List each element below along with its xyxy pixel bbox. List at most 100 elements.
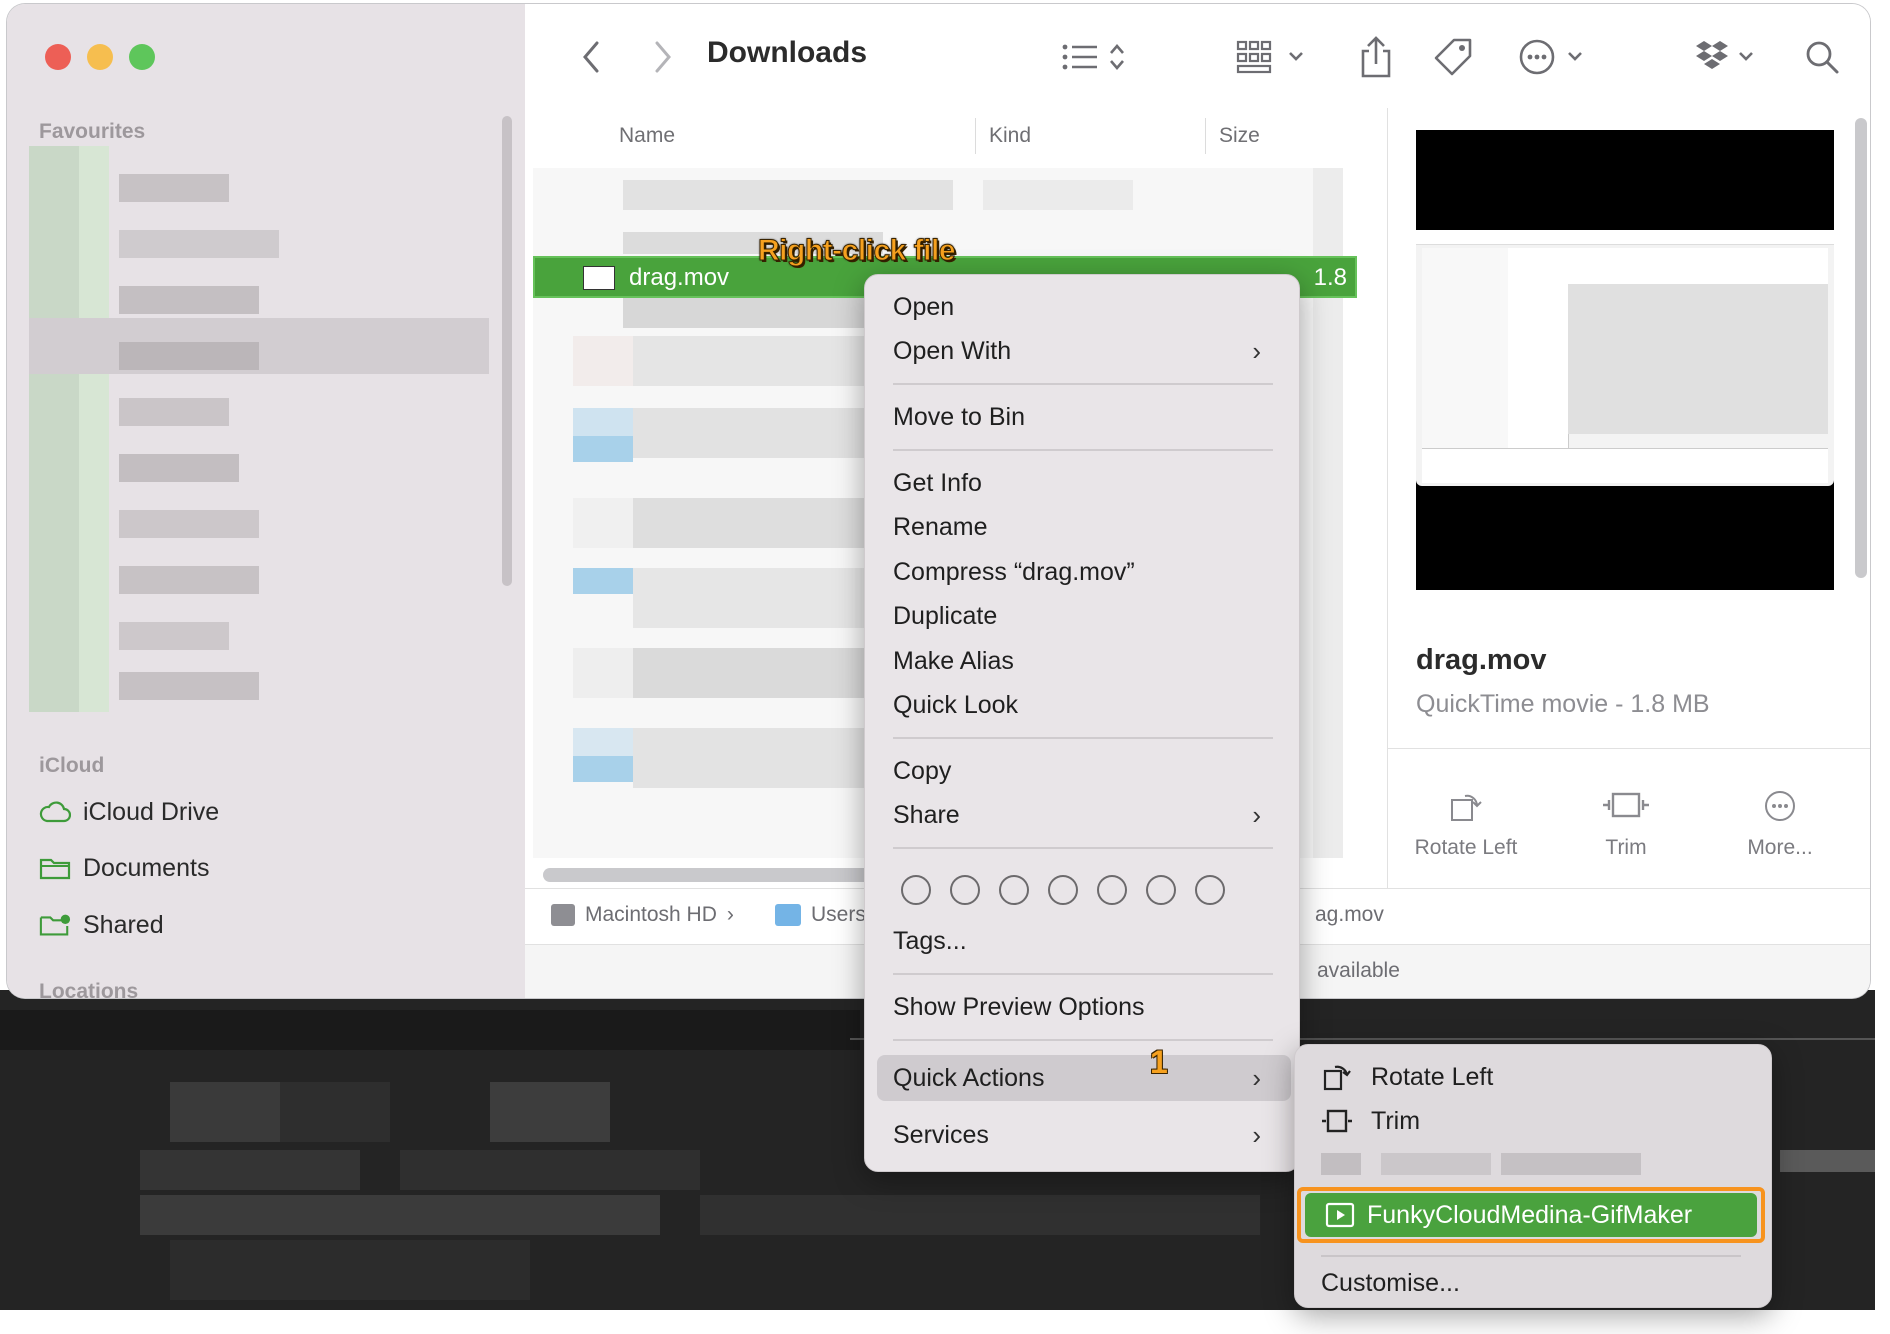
- thumbnail-screenshot: [1416, 230, 1834, 486]
- preview-action-label: Trim: [1605, 836, 1647, 859]
- tag-button[interactable]: [1425, 30, 1481, 84]
- sidebar-section-icloud: iCloud: [39, 754, 105, 777]
- sidebar-section-favourites: Favourites: [39, 120, 146, 143]
- rotate-left-icon: [1323, 1065, 1351, 1091]
- preview-more-button[interactable]: More...: [1710, 788, 1850, 860]
- tag-color-option[interactable]: [1195, 875, 1225, 905]
- sidebar-item-shared[interactable]: Shared: [39, 905, 164, 945]
- menu-item-label: Compress “drag.mov”: [893, 557, 1135, 586]
- preview-file-kind: QuickTime movie - 1.8 MB: [1416, 690, 1710, 718]
- chevron-right-icon: [655, 41, 671, 73]
- preview-rotate-left-button[interactable]: Rotate Left: [1396, 788, 1536, 860]
- path-item-macintosh-hd[interactable]: Macintosh HD ›: [551, 903, 734, 927]
- rotate-left-icon: [1451, 794, 1482, 821]
- menu-item-rename[interactable]: Rename: [893, 507, 1283, 547]
- column-header-size[interactable]: Size: [1219, 124, 1260, 148]
- tag-icon: [1434, 38, 1472, 76]
- submenu-item-trim[interactable]: Trim: [1321, 1101, 1420, 1141]
- path-item-label: Users: [811, 903, 866, 926]
- tag-color-option[interactable]: [999, 875, 1029, 905]
- path-separator-icon: ›: [726, 903, 734, 926]
- column-separator: [975, 118, 976, 154]
- submenu-item-customise[interactable]: Customise...: [1321, 1263, 1460, 1303]
- play-icon: [1325, 1202, 1355, 1228]
- menu-item-label: Open With: [893, 336, 1012, 365]
- menu-item-label: Quick Look: [893, 690, 1019, 719]
- menu-item-compress[interactable]: Compress “drag.mov”: [893, 552, 1283, 592]
- sidebar-favourites-redacted: [29, 146, 489, 712]
- path-item-file[interactable]: ag.mov: [1315, 903, 1384, 927]
- sidebar-item-icloud-drive[interactable]: iCloud Drive: [39, 792, 219, 832]
- menu-item-move-to-bin[interactable]: Move to Bin: [893, 397, 1283, 437]
- menu-item-label: Share: [893, 800, 960, 829]
- menu-separator: [893, 737, 1273, 739]
- menu-separator: [893, 1039, 1273, 1041]
- submenu-item-gifmaker[interactable]: FunkyCloudMedina-GifMaker: [1305, 1193, 1757, 1237]
- menu-separator: [893, 973, 1273, 975]
- vertical-scrollbar[interactable]: [1855, 118, 1867, 578]
- group-button[interactable]: [1235, 30, 1315, 84]
- menu-item-tags[interactable]: Tags...: [893, 921, 1283, 961]
- menu-item-label: Make Alias: [893, 646, 1014, 675]
- close-button[interactable]: [45, 44, 71, 70]
- chevron-right-icon: ›: [1252, 335, 1261, 366]
- dropbox-button[interactable]: [1691, 30, 1767, 84]
- tag-color-option[interactable]: [950, 875, 980, 905]
- menu-separator: [1321, 1255, 1741, 1257]
- column-separator: [1205, 118, 1206, 154]
- menu-item-quick-look[interactable]: Quick Look: [893, 685, 1283, 725]
- menu-item-label: Get Info: [893, 468, 982, 497]
- submenu-item-label: FunkyCloudMedina-GifMaker: [1367, 1201, 1693, 1229]
- sidebar-section-locations: Locations: [39, 980, 139, 998]
- menu-item-label: Services: [893, 1120, 989, 1149]
- sidebar-item-label: iCloud Drive: [83, 797, 220, 826]
- path-item-users[interactable]: Users: [775, 903, 866, 927]
- back-button[interactable]: [571, 30, 611, 84]
- dropbox-icon: [1696, 41, 1753, 69]
- submenu-item-rotate-left[interactable]: Rotate Left: [1321, 1057, 1493, 1097]
- menu-item-label: Duplicate: [893, 601, 998, 630]
- preview-trim-button[interactable]: Trim: [1556, 788, 1696, 860]
- menu-item-quick-actions[interactable]: Quick Actions ›: [893, 1058, 1283, 1098]
- tag-color-option[interactable]: [1097, 875, 1127, 905]
- view-options-button[interactable]: [1059, 30, 1139, 84]
- action-menu-button[interactable]: [1517, 30, 1597, 84]
- menu-item-show-preview-options[interactable]: Show Preview Options: [893, 987, 1283, 1027]
- menu-item-share[interactable]: Share ›: [893, 795, 1283, 835]
- share-icon: [1361, 36, 1391, 78]
- menu-item-make-alias[interactable]: Make Alias: [893, 641, 1283, 681]
- menu-separator: [893, 383, 1273, 385]
- divider: [1388, 748, 1870, 749]
- chevron-left-icon: [583, 41, 599, 73]
- forward-button[interactable]: [643, 30, 683, 84]
- menu-separator: [893, 847, 1273, 849]
- column-header-kind[interactable]: Kind: [989, 124, 1031, 148]
- preview-pane: drag.mov QuickTime movie - 1.8 MB Rotate…: [1387, 108, 1870, 888]
- menu-item-get-info[interactable]: Get Info: [893, 463, 1283, 503]
- share-button[interactable]: [1351, 30, 1401, 84]
- hard-drive-icon: [551, 904, 575, 926]
- menu-item-open[interactable]: Open: [893, 287, 1283, 327]
- menu-item-open-with[interactable]: Open With ›: [893, 331, 1283, 371]
- grid-icon: [1236, 40, 1303, 74]
- menu-item-services[interactable]: Services ›: [893, 1115, 1283, 1155]
- window-title: Downloads: [707, 36, 868, 69]
- sidebar-item-documents[interactable]: Documents: [39, 848, 209, 888]
- tag-color-option[interactable]: [1146, 875, 1176, 905]
- column-header-name[interactable]: Name: [619, 124, 675, 148]
- zoom-button[interactable]: [129, 44, 155, 70]
- menu-item-copy[interactable]: Copy: [893, 751, 1283, 791]
- search-button[interactable]: [1797, 30, 1847, 84]
- menu-item-duplicate[interactable]: Duplicate: [893, 596, 1283, 636]
- chevron-right-icon: ›: [1252, 1119, 1261, 1150]
- minimize-button[interactable]: [87, 44, 113, 70]
- sidebar-scrollbar[interactable]: [502, 116, 512, 586]
- tag-color-option[interactable]: [1048, 875, 1078, 905]
- shared-folder-icon: [39, 911, 71, 939]
- tag-color-option[interactable]: [901, 875, 931, 905]
- sidebar: Favourites iCloud iCloud Drive Documents…: [7, 4, 526, 998]
- folder-icon: [775, 904, 801, 926]
- annotation-right-click: Right-click file: [757, 234, 956, 268]
- preview-action-label: More...: [1747, 836, 1813, 859]
- video-thumbnail: [1416, 130, 1834, 590]
